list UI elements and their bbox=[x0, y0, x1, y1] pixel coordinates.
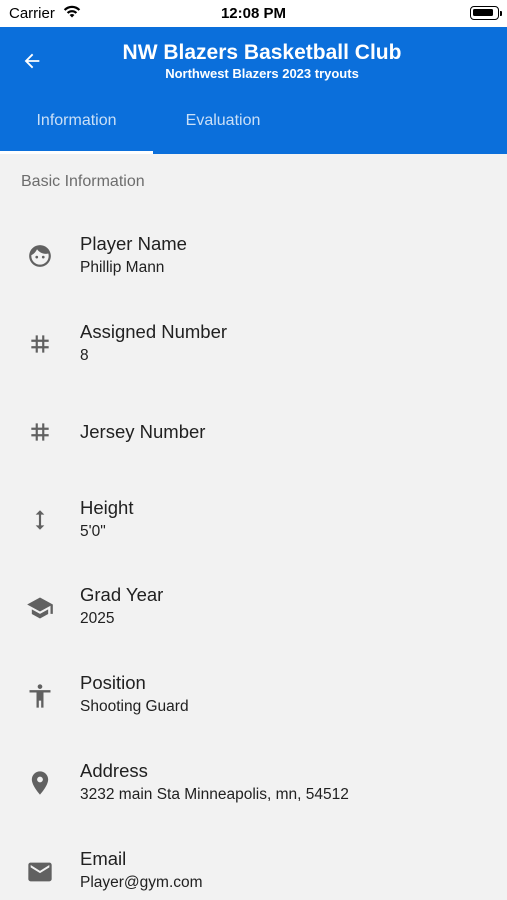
field-label: Email bbox=[80, 848, 127, 869]
field-value: 2025 bbox=[80, 610, 115, 627]
status-time: 12:08 PM bbox=[220, 5, 287, 22]
hash-icon bbox=[26, 330, 54, 358]
battery-icon bbox=[470, 6, 502, 20]
tab-indicator bbox=[0, 151, 153, 154]
app-title: NW Blazers Basketball Club bbox=[122, 41, 402, 64]
field-assigned-number[interactable]: Assigned Number 8 bbox=[0, 306, 507, 386]
field-position[interactable]: Position Shooting Guard bbox=[0, 657, 507, 737]
graduation-cap-icon bbox=[26, 594, 54, 622]
mail-icon bbox=[26, 858, 54, 886]
battery-level bbox=[473, 9, 493, 16]
back-button[interactable] bbox=[14, 45, 50, 81]
field-value: 3232 main Sta Minneapolis, mn, 54512 bbox=[80, 786, 349, 803]
field-email[interactable]: Email Player@gym.com bbox=[0, 833, 507, 900]
field-label: Player Name bbox=[80, 233, 187, 254]
tab-evaluation[interactable]: Evaluation bbox=[153, 87, 293, 154]
field-label: Address bbox=[80, 760, 148, 781]
tab-label: Information bbox=[36, 111, 117, 129]
vertical-arrows-icon bbox=[26, 506, 54, 534]
location-pin-icon bbox=[26, 769, 54, 797]
field-value: Shooting Guard bbox=[80, 698, 189, 715]
field-label: Jersey Number bbox=[80, 421, 206, 442]
field-value: 8 bbox=[80, 347, 89, 364]
app-subtitle: Northwest Blazers 2023 tryouts bbox=[165, 66, 359, 81]
field-jersey-number[interactable]: Jersey Number bbox=[0, 392, 507, 472]
accessibility-person-icon bbox=[26, 682, 54, 710]
face-icon bbox=[26, 242, 54, 270]
field-player-name[interactable]: Player Name Phillip Mann bbox=[0, 218, 507, 298]
field-label: Grad Year bbox=[80, 584, 164, 605]
section-header: Basic Information bbox=[21, 173, 145, 190]
field-label: Height bbox=[80, 497, 134, 518]
field-value: Phillip Mann bbox=[80, 259, 165, 276]
tab-information[interactable]: Information bbox=[0, 87, 153, 154]
app-bar: NW Blazers Basketball Club Northwest Bla… bbox=[0, 27, 507, 154]
status-bar: Carrier 12:08 PM bbox=[0, 0, 507, 27]
battery-cap bbox=[499, 10, 502, 16]
field-label: Position bbox=[80, 672, 146, 693]
tab-label: Evaluation bbox=[185, 111, 261, 129]
hash-icon bbox=[26, 418, 54, 446]
field-value: 5'0" bbox=[80, 523, 106, 540]
field-address[interactable]: Address 3232 main Sta Minneapolis, mn, 5… bbox=[0, 745, 507, 825]
field-value: Player@gym.com bbox=[80, 874, 203, 891]
arrow-left-icon bbox=[21, 50, 43, 77]
field-label: Assigned Number bbox=[80, 321, 228, 342]
field-height[interactable]: Height 5'0" bbox=[0, 482, 507, 562]
field-grad-year[interactable]: Grad Year 2025 bbox=[0, 569, 507, 649]
